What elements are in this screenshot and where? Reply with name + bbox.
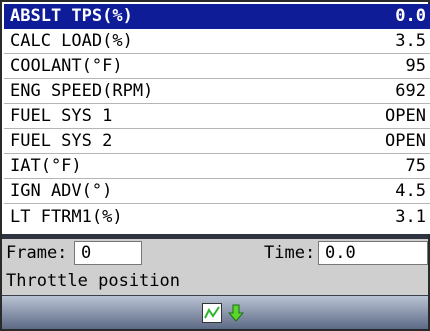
pid-value: 95	[405, 56, 426, 76]
pid-row-fuel-sys-2[interactable]: FUEL SYS 2 OPEN	[4, 129, 430, 154]
pid-name: FUEL SYS 1	[10, 106, 113, 126]
pid-name: COOLANT(°F)	[10, 56, 123, 76]
time-field[interactable]: 0.0	[318, 241, 428, 265]
pid-description: Throttle position	[6, 271, 180, 291]
time-label: Time:	[264, 243, 316, 263]
graph-icon	[204, 306, 220, 319]
pid-value: 3.1	[395, 206, 426, 227]
pid-row-ign-adv[interactable]: IGN ADV(°) 4.5	[4, 179, 430, 204]
pid-value: 75	[405, 156, 426, 176]
pid-value: 692	[395, 81, 426, 101]
down-button[interactable]	[226, 303, 246, 323]
pid-row-fuel-sys-1[interactable]: FUEL SYS 1 OPEN	[4, 104, 430, 129]
pid-row-absolute-tps[interactable]: ABSLT TPS(%) 0.0	[4, 4, 430, 29]
frame-field[interactable]: 0	[74, 241, 142, 265]
down-arrow-icon	[227, 304, 245, 322]
graph-button[interactable]	[202, 303, 222, 323]
pid-name: FUEL SYS 2	[10, 131, 113, 151]
frame-label: Frame:	[6, 243, 68, 263]
toolbar	[2, 295, 428, 329]
pid-value: OPEN	[385, 106, 426, 126]
pid-value: 4.5	[395, 181, 426, 201]
pid-row-coolant[interactable]: COOLANT(°F) 95	[4, 54, 430, 79]
pid-name: LT FTRM1(%)	[10, 206, 123, 227]
pid-name: IAT(°F)	[10, 156, 82, 176]
pid-row-iat[interactable]: IAT(°F) 75	[4, 154, 430, 179]
pid-name: IGN ADV(°)	[10, 181, 113, 201]
pid-name: ABSLT TPS(%)	[10, 6, 133, 26]
pid-row-calc-load[interactable]: CALC LOAD(%) 3.5	[4, 29, 430, 54]
scan-tool-screen: ABSLT TPS(%) 0.0 CALC LOAD(%) 3.5 COOLAN…	[0, 0, 430, 331]
pid-value: 3.5	[395, 31, 426, 51]
pid-list: ABSLT TPS(%) 0.0 CALC LOAD(%) 3.5 COOLAN…	[4, 4, 430, 234]
pid-row-lt-ftrm1[interactable]: LT FTRM1(%) 3.1	[4, 204, 430, 229]
pid-value: 0.0	[395, 6, 426, 26]
pid-name: CALC LOAD(%)	[10, 31, 133, 51]
pid-row-engine-speed[interactable]: ENG SPEED(RPM) 692	[4, 79, 430, 104]
pid-name: ENG SPEED(RPM)	[10, 81, 154, 101]
info-panel: Frame: 0 Time: 0.0 Throttle position	[2, 239, 428, 295]
pid-value: OPEN	[385, 131, 426, 151]
